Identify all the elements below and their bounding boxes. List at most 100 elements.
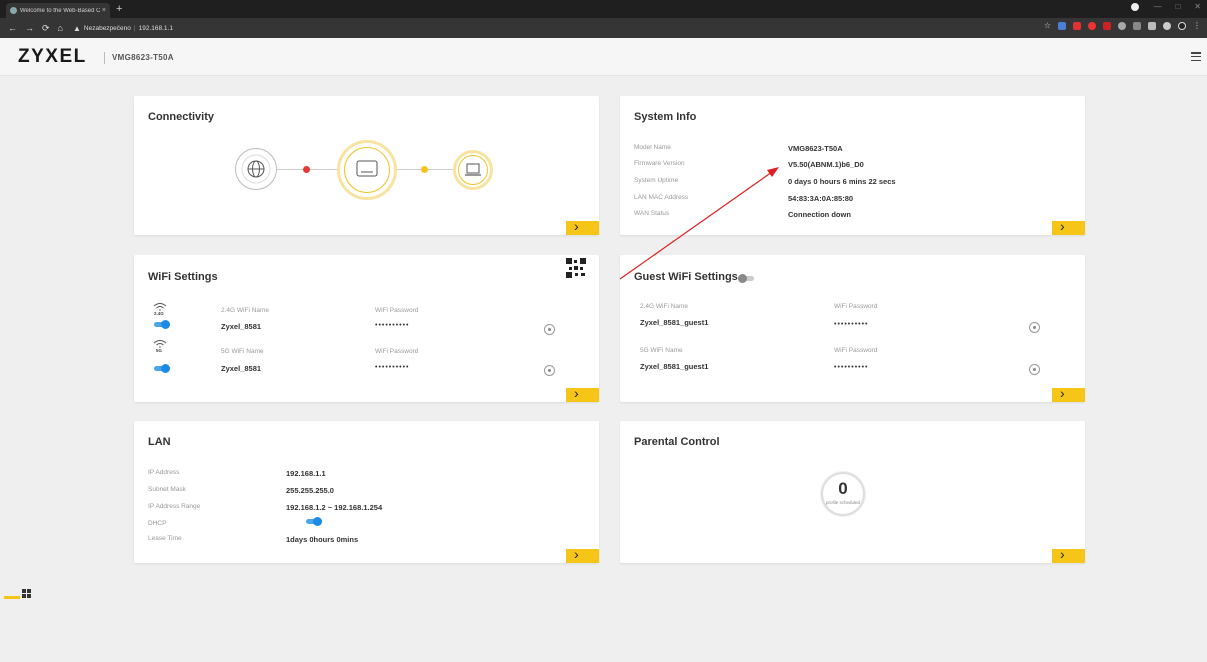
extension-icon[interactable] [1103,21,1111,30]
system-info-title: System Info [634,111,697,123]
guest-wifi-toggle[interactable] [738,274,754,283]
chevron-right-icon: › [1060,385,1065,401]
lan-mac-label: LAN MAC Address [634,194,689,201]
model-name-label: Model Name [634,144,671,151]
dhcp-toggle[interactable] [306,517,322,526]
close-window-icon[interactable]: ✕ [1194,2,1201,11]
qr-code-icon[interactable] [566,258,586,278]
firmware-version-value: V5.50(ABNM.1)b6_D0 [788,160,864,169]
client-node[interactable] [453,150,493,190]
avatar[interactable] [1178,21,1186,30]
guest-5g-password-label: WiFi Password [834,347,878,354]
reload-icon[interactable]: ⟳ [42,18,50,38]
ip-range-label: IP Address Range [148,503,201,510]
extension-icon[interactable] [1073,21,1081,30]
show-password-eye-icon[interactable] [1029,364,1040,375]
browser-tab[interactable]: Welcome to the Web-Based Co × [6,3,110,18]
guest-wifi-more-button[interactable]: › [1052,385,1085,402]
chevron-right-icon: › [574,385,579,401]
wifi-settings-more-button[interactable]: › [566,385,599,402]
tab-favicon-icon [10,7,17,14]
ip-address-value: 192.168.1.1 [286,469,326,478]
system-info-more-button[interactable]: › [1052,218,1085,235]
minimize-icon[interactable]: — [1153,2,1161,11]
home-icon[interactable]: ⌂ [58,18,63,38]
profile-icon[interactable] [1131,2,1140,11]
lan-more-button[interactable]: › [566,546,599,563]
window-controls: — □ ✕ [1131,2,1201,11]
guest-24g-password-label: WiFi Password [834,303,878,310]
band-badge-5g: 5G [156,348,163,353]
back-icon[interactable]: ← [8,18,17,38]
wifi-settings-card: WiFi Settings 2.4G 2.4G WiFi Name Zyxel_… [134,255,599,402]
band-badge-24g: 2.4G [154,311,164,316]
lan-card: LAN IP Address 192.168.1.1 Subnet Mask 2… [134,421,599,563]
hamburger-menu-icon[interactable] [1191,52,1201,61]
router-icon [356,160,378,177]
app-header: ZYXEL VMG8623-T50A [0,38,1207,76]
browser-menu-icon[interactable]: ⋮ [1193,21,1201,30]
wan-status-value: Connection down [788,210,851,219]
guest-wifi-title: Guest WiFi Settings [634,271,738,283]
new-tab-button[interactable]: + [116,2,122,16]
wifi-5g-toggle[interactable] [154,364,170,373]
wifi-5g-password-label: WiFi Password [375,348,419,355]
warning-icon: ▲ [72,23,81,33]
guest-5g-name-label: 5G WiFi Name [640,347,683,354]
show-password-eye-icon[interactable] [544,365,555,376]
wifi-24g-name-value: Zyxel_8581 [221,322,262,331]
firmware-version-label: Firmware Version [634,160,685,167]
parental-control-title: Parental Control [634,436,720,448]
puzzle-icon[interactable] [1163,21,1171,30]
guest-5g-name-value: Zyxel_8581_guest1 [640,362,709,371]
extension-icon[interactable] [1148,21,1156,30]
security-status: Nezabezpečeno [83,24,131,32]
ip-range-value: 192.168.1.2 ~ 192.168.1.254 [286,503,383,512]
wifi-5g-password-value: •••••••••• [375,364,410,371]
chevron-right-icon: › [574,546,579,562]
address-bar[interactable]: ▲ Nezabezpečeno | 192.168.1.1 [73,21,173,35]
lan-status-dot [421,166,428,173]
extension-icon[interactable] [1058,21,1066,30]
chevron-right-icon: › [1060,546,1065,562]
bookmark-star-icon[interactable]: ☆ [1044,21,1051,30]
browser-toolbar: ← → ⟳ ⌂ ▲ Nezabezpečeno | 192.168.1.1 ☆ … [0,18,1207,38]
show-password-eye-icon[interactable] [1029,322,1040,333]
wifi-24g-password-value: •••••••••• [375,322,410,329]
widget-indicator [4,596,20,599]
wifi-24g-toggle[interactable] [154,320,170,329]
connectivity-more-button[interactable]: › [566,219,599,235]
connectivity-card: Connectivity › [134,96,599,235]
internet-node[interactable] [235,148,277,190]
wifi-24g-password-label: WiFi Password [375,307,419,314]
laptop-icon [465,163,481,176]
parental-more-button[interactable]: › [1052,546,1085,563]
zyxel-logo[interactable]: ZYXEL [18,46,87,68]
tab-title: Welcome to the Web-Based Co [20,7,100,14]
subnet-mask-value: 255.255.255.0 [286,486,334,495]
dhcp-label: DHCP [148,520,167,527]
guest-24g-password-value: •••••••••• [834,321,869,328]
lan-mac-value: 54:83:3A:0A:85:80 [788,194,854,203]
widget-grid-icon[interactable] [22,589,31,598]
lan-title: LAN [148,436,171,448]
subnet-mask-label: Subnet Mask [148,486,186,493]
model-name-value: VMG8623-T50A [788,144,843,153]
extension-icon[interactable] [1118,21,1126,30]
extension-icon[interactable] [1088,21,1096,30]
profile-caption: profile scheduled [825,500,861,505]
ip-address-label: IP Address [148,469,180,476]
wifi-24g-name-label: 2.4G WiFi Name [221,307,270,314]
show-password-eye-icon[interactable] [544,324,555,335]
extensions-area: ☆ ⋮ [1044,21,1201,30]
device-model: VMG8623-T50A [112,53,174,62]
tab-close-icon[interactable]: × [102,7,106,14]
chevron-right-icon: › [1060,218,1065,234]
maximize-icon[interactable]: □ [1175,2,1180,11]
parental-control-card: Parental Control 0 profile scheduled › [620,421,1085,563]
extension-icon[interactable] [1133,21,1141,30]
internet-status-dot [303,166,310,173]
forward-icon[interactable]: → [25,18,34,38]
url-text: 192.168.1.1 [138,24,173,32]
router-node[interactable] [337,140,397,200]
